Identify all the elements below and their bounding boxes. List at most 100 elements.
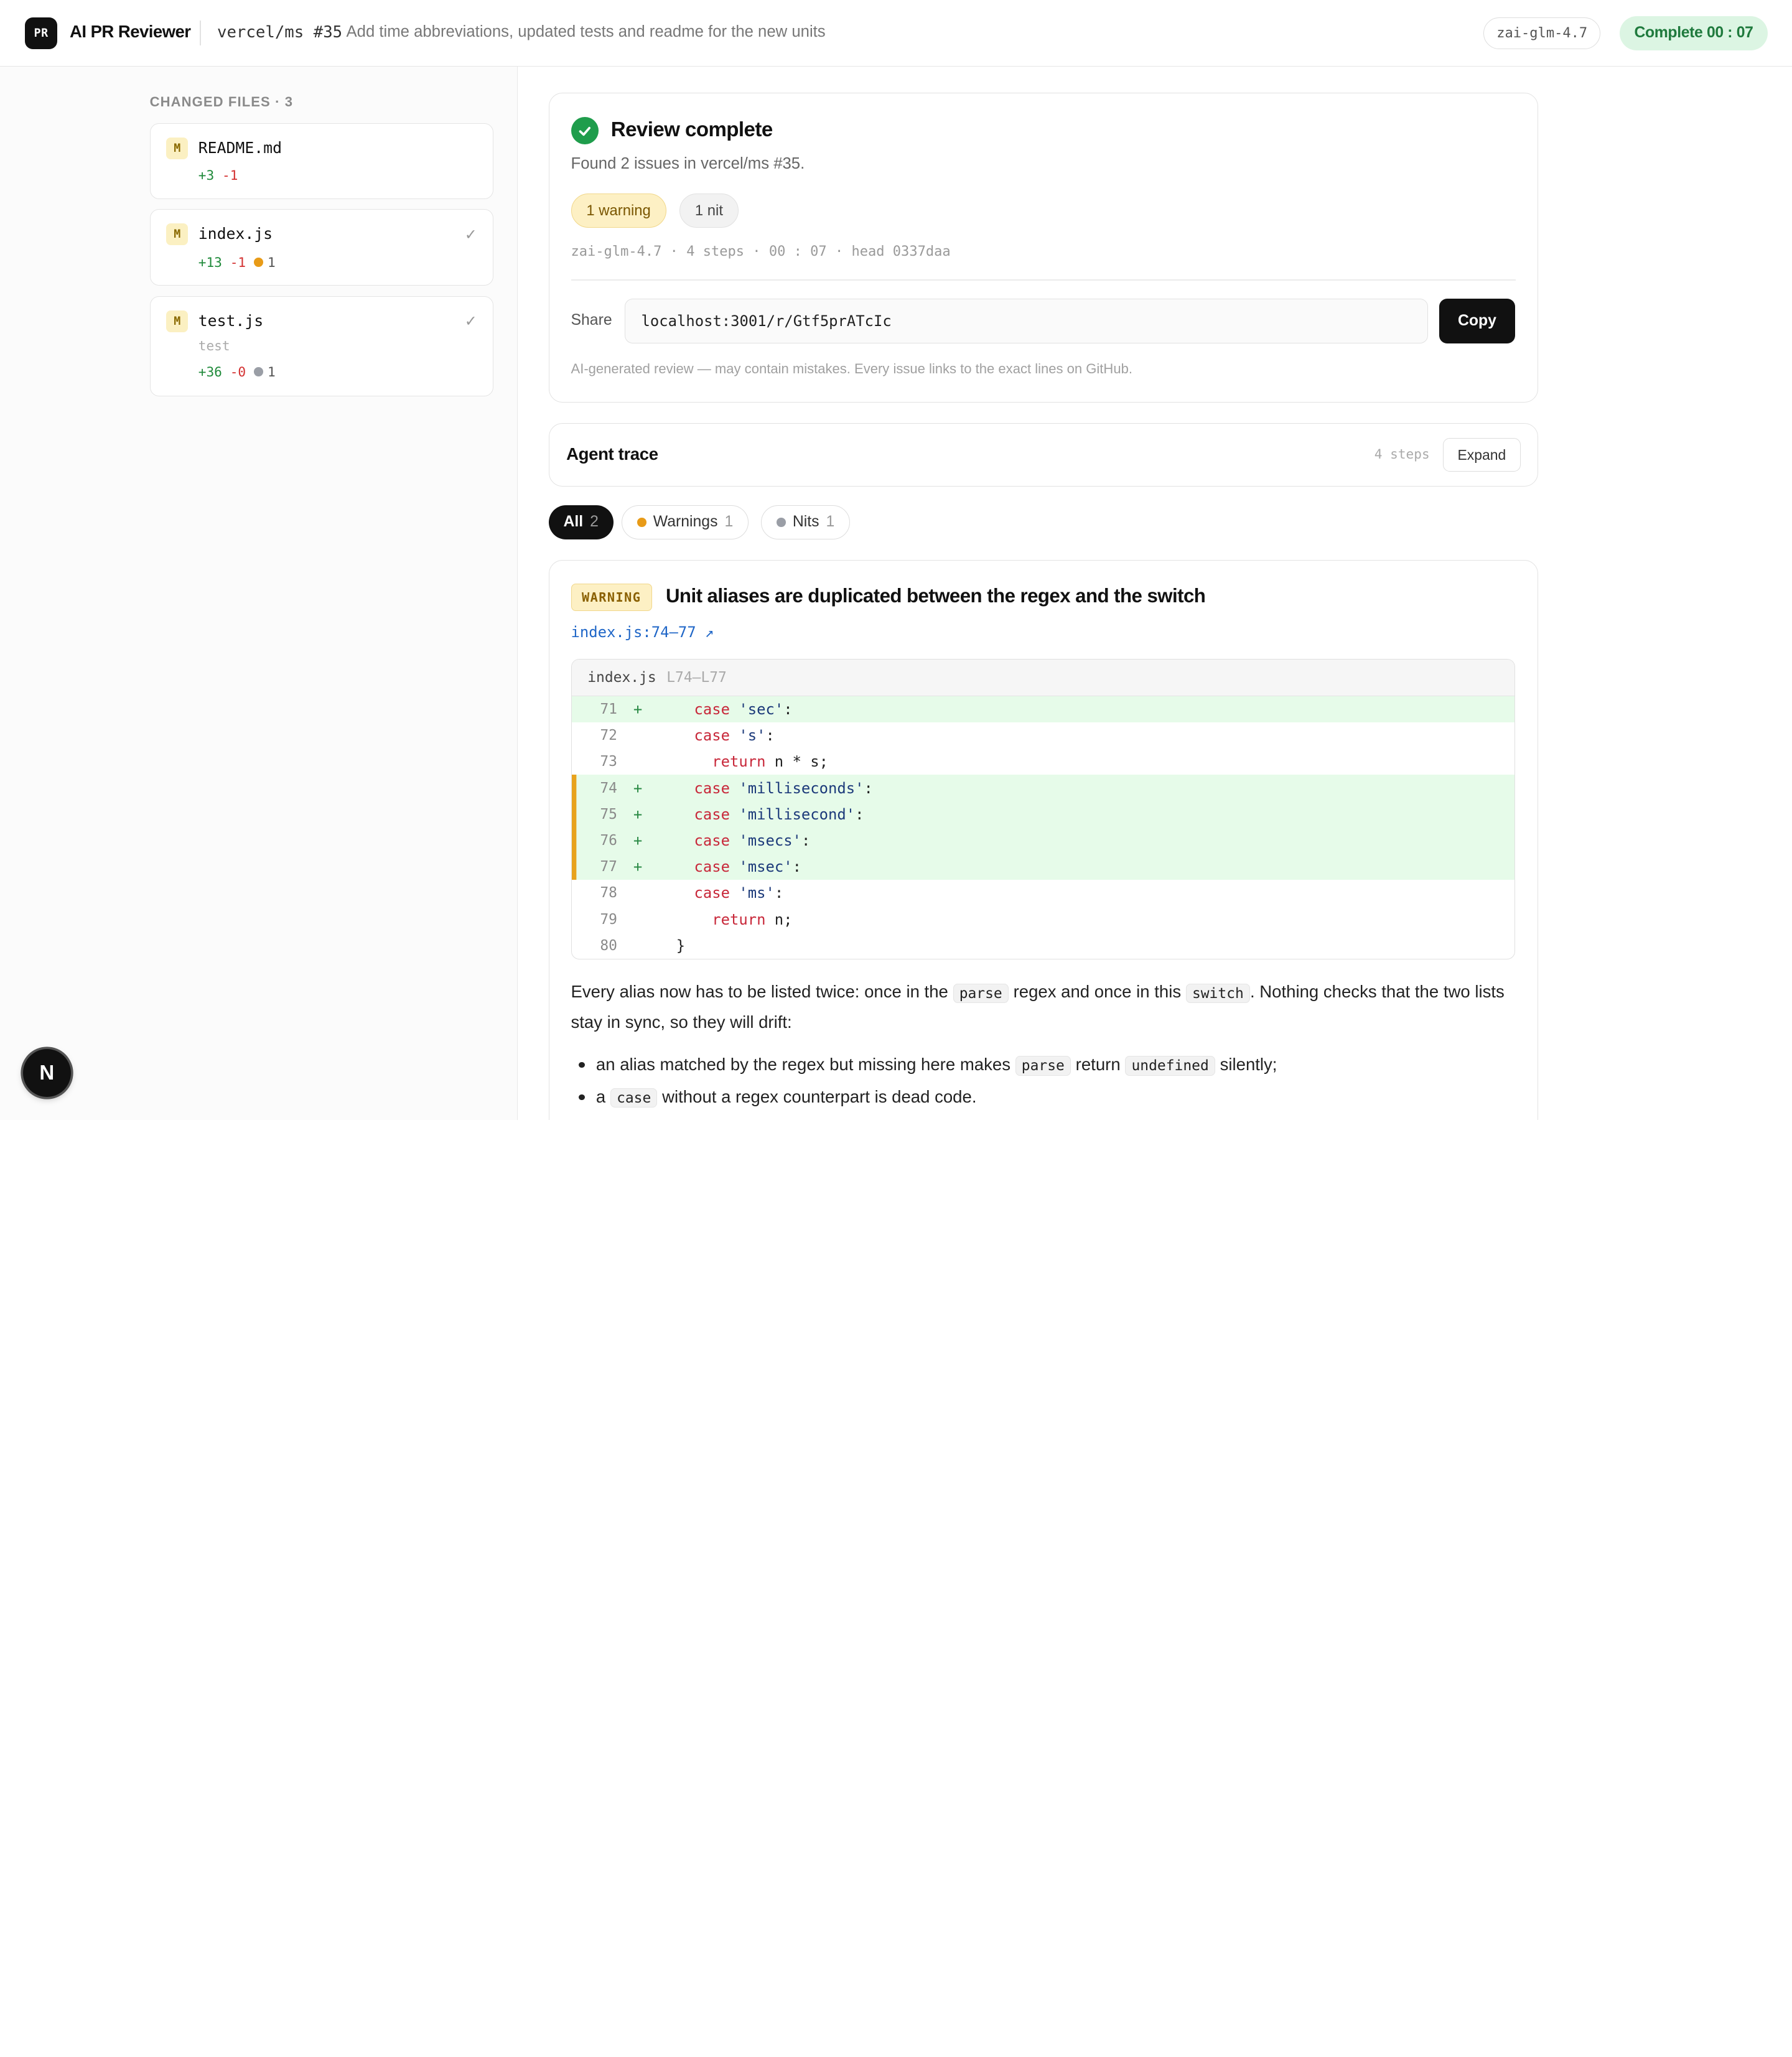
filter-count: 1 [724,513,734,531]
inline-code: parse [1015,1056,1071,1076]
code-rest: } [676,936,686,954]
text-span: without a regex counterpart is dead code… [657,1086,977,1106]
code-snippet: index.js L74–L77 71 + case 'sec': 72 case … [571,658,1515,959]
line-number: 76 [600,832,617,849]
nit-count-chip[interactable]: 1 nit [679,194,739,228]
app-root: PR AI PR Reviewer vercel/ms #35 Add time… [0,0,1792,1120]
changed-files-heading: CHANGED FILES · 3 [149,93,294,110]
text-span: Every alias now has to be listed twice: … [571,982,953,1002]
file-stats: +36 -0 1 [198,364,276,380]
agent-trace-card: Agent trace 4 steps Expand [548,422,1539,487]
severity-badge: WARNING [571,583,652,611]
pr-title: Add time abbreviations, updated tests an… [346,22,826,40]
code-text: case 'millisecond': [658,806,864,823]
code-string: 'msec' [739,858,793,876]
line-number: 74 [600,780,617,796]
trace-steps: 4 steps [1374,446,1430,462]
additions-count: +3 [198,167,215,184]
code-keyword: case [694,805,730,823]
code-string: 'millisecond' [739,805,856,823]
diff-sign: + [633,779,643,797]
review-summary-card: Review complete Found 2 issues in vercel… [548,92,1539,403]
text-span: return [1071,1055,1126,1075]
deletions-count: -0 [230,364,246,380]
file-tag: test [198,337,230,353]
diff-sign: + [633,805,643,823]
code-text: return n * s; [658,753,828,770]
code-line: 80 } [572,933,1514,959]
file-stats: +13 -1 1 [198,254,276,270]
code-line: 72 case 's': [572,722,1514,749]
issue-bullets: an alias matched by the regex but missin… [571,1048,1519,1112]
code-line: 74 + case 'milliseconds': [571,775,1514,801]
additions-count: +13 [198,254,222,270]
sidebar: CHANGED FILES · 3 M README.md +3 -1 M in… [0,66,518,1120]
issue-count: 1 [253,254,276,270]
repo-ref[interactable]: vercel/ms #35 [217,23,342,42]
text-span: a [595,1086,610,1106]
filter-label: Warnings [653,513,718,531]
share-url-input[interactable]: localhost:3001/r/Gtf5prATcIc [624,299,1429,343]
text-span: an alias matched by the regex but missin… [595,1055,1015,1075]
modified-badge: M [166,138,189,160]
code-rest: 'milliseconds': [739,779,873,797]
code-line: 71 + case 'sec': [571,696,1514,722]
warning-count-chip[interactable]: 1 warning [571,194,666,228]
code-line: 78 case 'ms': [572,880,1514,906]
additions-count: +36 [198,364,222,380]
filter-all[interactable]: All 2 [548,505,614,539]
code-text: return n; [658,911,792,928]
line-number: 73 [600,753,617,770]
modified-badge: M [166,223,189,246]
code-keyword: case [694,779,730,797]
deletions-count: -1 [222,167,238,184]
review-meta: zai-glm-4.7 · 4 steps · 00 : 07 · head 0… [571,244,951,260]
code-rest: n; [765,910,793,928]
warning-dot-icon [253,257,263,267]
inline-code: parse [953,983,1009,1004]
app-logo: PR [25,17,57,49]
code-line: 73 return n * s; [572,749,1514,775]
code-keyword: case [694,884,730,902]
code-keyword: case [694,831,730,849]
line-number: 71 [600,701,617,717]
filter-nits[interactable]: Nits 1 [761,505,851,539]
code-keyword: return [712,910,766,928]
copy-button[interactable]: Copy [1439,299,1515,343]
code-line: 76 + case 'msecs': [571,827,1514,854]
code-line: 77 + case 'msec': [571,854,1514,880]
issue-card: WARNING Unit aliases are duplicated betw… [548,559,1539,1120]
inline-code: case [610,1088,658,1108]
text-span: regex and once in this [1008,982,1186,1002]
code-text: } [658,937,685,954]
inline-code: switch [1185,983,1250,1004]
file-item-index-js[interactable]: M index.js ✓ +13 -1 1 [149,209,494,286]
code-text: case 'msec': [658,858,801,875]
code-keyword: case [694,727,730,745]
code-rest: 'millisecond': [739,805,864,823]
code-keyword: case [694,700,730,718]
modified-badge: M [166,310,189,332]
code-header: index.js L74–L77 [571,659,1514,696]
nextjs-dev-button[interactable]: N [22,1049,71,1098]
file-item-test-js[interactable]: M test.js ✓ test +36 -0 1 [149,296,494,397]
model-badge: zai-glm-4.7 [1483,17,1601,49]
code-rest: 'sec': [739,700,793,718]
code-lines: 71 + case 'sec': 72 case 's': 73 return n *… [571,696,1514,959]
header-divider [200,21,202,46]
issue-location-link[interactable]: index.js:74–77 ↗ [571,623,714,641]
diff-sign: + [633,831,643,849]
issue-title: Unit aliases are duplicated between the … [665,584,1206,607]
file-item-readme[interactable]: M README.md +3 -1 [149,123,494,199]
expand-button[interactable]: Expand [1442,438,1521,472]
filter-warnings[interactable]: Warnings 1 [622,505,749,539]
code-line: 75 + case 'millisecond': [571,801,1514,828]
nit-dot-icon [253,367,263,376]
text-span: silently; [1215,1055,1277,1075]
code-line-range: L74–L77 [666,669,727,686]
